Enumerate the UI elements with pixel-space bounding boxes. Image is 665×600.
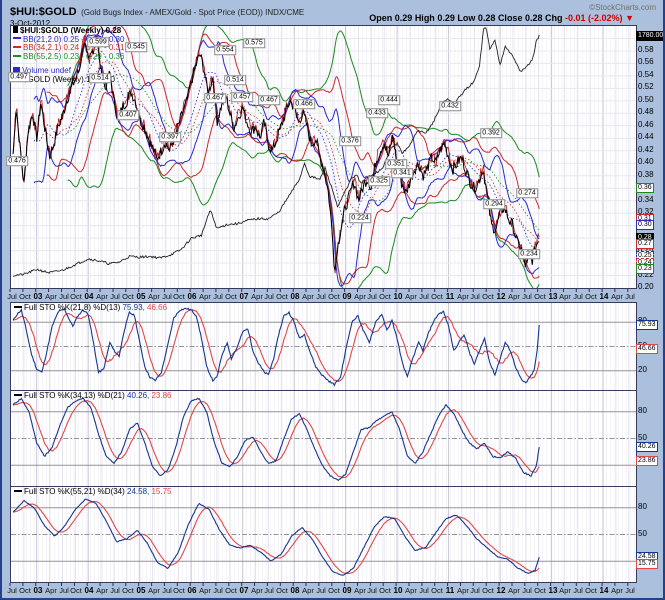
y-axis-tick-label: 0.50 <box>638 96 654 104</box>
indicator1-y-axis: 80502075.9346.66 <box>636 302 665 389</box>
indicator-name: Full STO %K(55,21) %D(34) <box>24 487 127 496</box>
indicator-name: Full STO %K(34,13) %D(21) <box>24 391 127 400</box>
main-y-axis: 0.600.580.560.540.520.500.480.460.440.42… <box>636 25 665 287</box>
d-value: 15.75 <box>151 487 171 496</box>
legend-row: Full STO %K(55,21) %D(34) 24.58, 15.75 <box>14 488 172 497</box>
x-axis-label: Jul <box>619 586 641 595</box>
indicator-value-box: 75.93 <box>636 320 658 330</box>
stockcharts-weekly-chart: $HUI:$GOLD (Gold Bugs Index - AMEX/Gold … <box>0 0 665 600</box>
gold-last-value-box: 1780.00 <box>636 31 665 41</box>
x-axis-label: Jul <box>619 292 641 301</box>
line-swatch-icon <box>13 55 21 57</box>
line-swatch-icon <box>14 306 22 308</box>
d-value: 46.66 <box>147 303 167 312</box>
line-swatch-icon <box>13 78 21 80</box>
BB(55,2.5)-upper <box>68 26 540 177</box>
indicator-legend: Full STO %K(34,13) %D(21) 40.26, 23.86 <box>14 392 172 401</box>
indicator-svg <box>11 487 636 582</box>
legend-row: Full STO %K(34,13) %D(21) 40.26, 23.86 <box>14 392 172 401</box>
indicator2-y-axis: 80502040.2623.86 <box>636 390 665 485</box>
y-axis-tick-label: 0.52 <box>638 83 654 91</box>
line-swatch-icon <box>14 394 22 396</box>
indicator-svg <box>11 391 636 486</box>
chart-header: $HUI:$GOLD (Gold Bugs Index - AMEX/Gold … <box>10 2 660 13</box>
y-axis-tick-label: 0.44 <box>638 133 654 141</box>
band-value-box: 0.36 <box>636 183 654 193</box>
line-swatch-icon <box>13 37 21 39</box>
candlestick-icon <box>13 26 18 33</box>
y-axis-tick-label: 0.48 <box>638 108 654 116</box>
band-value-box: 0.23 <box>636 264 654 274</box>
legend-row: BB(55,2.5) 0.23 - 0.29 - 0.36 <box>13 53 124 62</box>
indicator-panel-sto-55-21: Full STO %K(55,21) %D(34) 24.58, 15.75 <box>10 486 637 583</box>
indicator-value-box: 23.86 <box>636 456 658 466</box>
indicator-value-box: 46.66 <box>636 344 658 354</box>
y-axis-tick-label: 0.42 <box>638 146 654 154</box>
y-axis-tick-label: 0.20 <box>638 283 654 291</box>
change-down-arrow-icon: ▼ <box>625 13 634 23</box>
y-axis-tick-label: 0.46 <box>638 121 654 129</box>
k-value: 40.26, <box>127 391 151 400</box>
line-swatch-icon <box>14 490 22 492</box>
x-axis-strip-middle: JulOct03AprJulOct04AprJulOct05AprJulOct0… <box>2 289 665 302</box>
y-axis-tick-label: 50 <box>638 530 647 538</box>
main-chart-legend: $HUI:$GOLD (Weekly) 0.28BB(21,2.0) 0.25 … <box>13 26 124 85</box>
indicator-panel-sto-34-13: Full STO %K(34,13) %D(21) 40.26, 23.86 <box>10 390 637 487</box>
indicator-value-box: 15.75 <box>636 559 658 569</box>
y-axis-tick-label: 0.56 <box>638 58 654 66</box>
d-value: 23.86 <box>151 391 171 400</box>
chart-subheader: 3-Oct-2012 Open 0.29 High 0.29 Low 0.28 … <box>10 13 660 24</box>
y-axis-tick-label: 0.38 <box>638 171 654 179</box>
stoch-k-line <box>13 398 539 480</box>
y-axis-tick-label: 80 <box>638 407 647 415</box>
band-value-box: 0.27 <box>636 239 654 249</box>
band-value-box: 0.30 <box>636 220 654 230</box>
indicator-panel-sto-21-8: Full STO %K(21,8) %D(13) 75.93, 46.66 <box>10 302 637 391</box>
y-axis-tick-label: 20 <box>638 366 647 374</box>
indicator-name: Full STO %K(21,8) %D(13) <box>24 303 123 312</box>
k-value: 75.93, <box>123 303 147 312</box>
line-swatch-icon <box>13 46 21 48</box>
volume-icon <box>13 61 20 73</box>
indicator-value-box: 40.26 <box>636 442 658 452</box>
legend-row: Full STO %K(21,8) %D(13) 75.93, 46.66 <box>14 304 167 313</box>
indicator3-y-axis: 80502024.5815.75 <box>636 486 665 581</box>
legend-row: $GOLD (Weekly) 1780.00 <box>13 76 124 85</box>
indicator-legend: Full STO %K(55,21) %D(34) 24.58, 15.75 <box>14 488 172 497</box>
y-axis-tick-label: 80 <box>638 503 647 511</box>
y-axis-tick-label: 50 <box>638 434 647 442</box>
y-axis-tick-label: 0.54 <box>638 71 654 79</box>
indicator-svg <box>11 303 636 390</box>
indicator-legend: Full STO %K(21,8) %D(13) 75.93, 46.66 <box>14 304 167 313</box>
legend-label: BB(55,2.5) 0.23 - 0.29 - 0.36 <box>23 52 124 61</box>
stoch-k-line <box>13 499 539 575</box>
y-axis-tick-label: 0.34 <box>638 196 654 204</box>
ohlc-quote: Open 0.29 High 0.29 Low 0.28 Close 0.28 … <box>369 13 634 23</box>
x-axis-strip-bottom: JulOct03AprJulOct04AprJulOct05AprJulOct0… <box>2 583 665 599</box>
y-axis-tick-label: 0.40 <box>638 158 654 166</box>
y-axis-tick-label: 0.58 <box>638 46 654 54</box>
legend-label: $GOLD (Weekly) 1780.00 <box>23 75 115 84</box>
stoch-d-line <box>13 501 539 573</box>
k-value: 24.58, <box>127 487 151 496</box>
legend-row: Volume undef <box>13 61 124 76</box>
copyright: ©StockCharts.com <box>589 3 656 12</box>
